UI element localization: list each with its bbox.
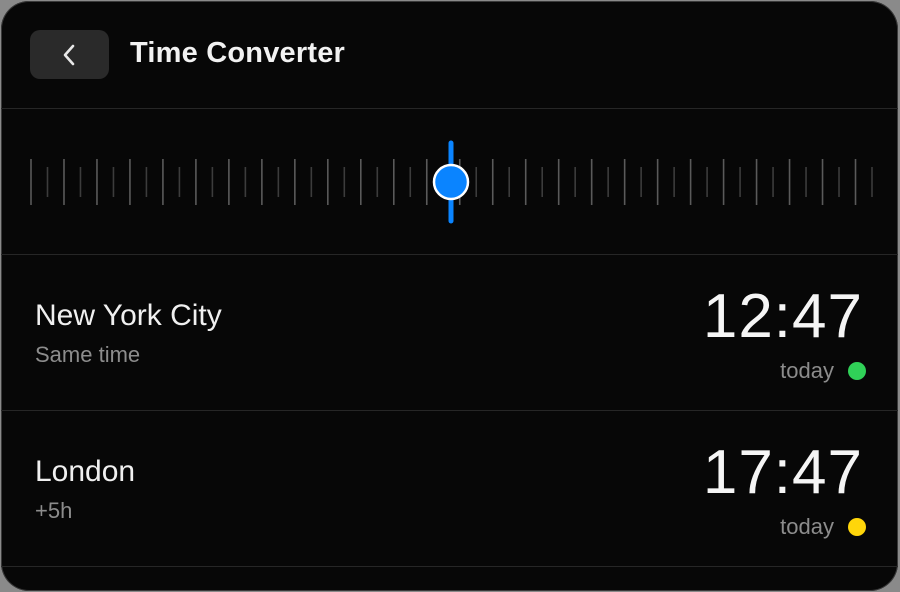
header-bar: Time Converter bbox=[1, 1, 898, 109]
day-label: today bbox=[780, 358, 834, 383]
status-dot bbox=[848, 362, 866, 380]
city-name: New York City bbox=[35, 299, 222, 332]
page-title: Time Converter bbox=[130, 37, 346, 69]
city-name: London bbox=[35, 455, 136, 488]
time-offset: +5h bbox=[35, 498, 73, 523]
time-offset: Same time bbox=[35, 342, 141, 367]
city-row-new-york[interactable]: New York City Same time 12:47 today bbox=[1, 255, 898, 411]
chevron-left-icon bbox=[63, 44, 75, 66]
time-slider[interactable] bbox=[1, 109, 898, 255]
slider-handle[interactable] bbox=[432, 163, 470, 201]
status-dot bbox=[848, 518, 866, 536]
city-time: 17:47 bbox=[702, 438, 863, 507]
day-indicator: today bbox=[780, 358, 866, 384]
day-indicator: today bbox=[780, 514, 866, 540]
time-converter-window: Time Converter New York City Same time 1… bbox=[1, 1, 898, 591]
day-label: today bbox=[780, 514, 834, 539]
back-button[interactable] bbox=[30, 30, 109, 79]
time-scrubber[interactable] bbox=[1, 109, 898, 254]
city-time: 12:47 bbox=[702, 282, 863, 351]
city-row-london[interactable]: London +5h 17:47 today bbox=[1, 411, 898, 567]
